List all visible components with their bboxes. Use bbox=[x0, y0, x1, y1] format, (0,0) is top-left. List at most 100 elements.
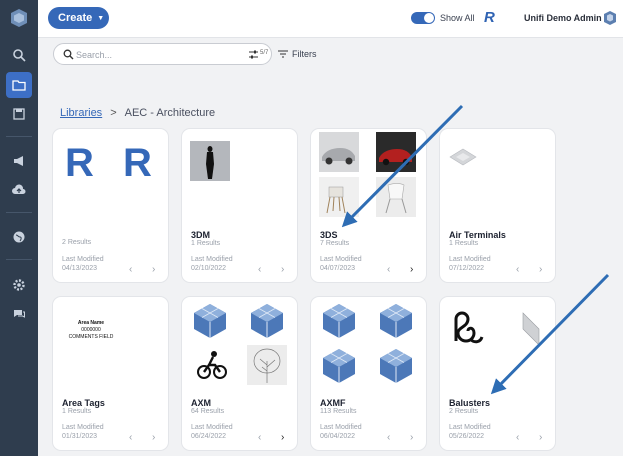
sliders-icon[interactable] bbox=[248, 49, 259, 60]
library-card[interactable]: 3DS 7 Results Last Modified 04/07/2023 ‹… bbox=[311, 129, 426, 282]
library-card[interactable]: Air Terminals 1 Results Last Modified 07… bbox=[440, 129, 555, 282]
statue-thumbnail-icon bbox=[190, 141, 230, 181]
prev-chevron-icon[interactable]: ‹ bbox=[129, 432, 132, 443]
silver-car-thumbnail-icon bbox=[319, 132, 359, 172]
card-date: 05/26/2022 bbox=[449, 433, 485, 440]
card-last-modified-label: Last Modified bbox=[320, 424, 362, 431]
baluster-panel-thumbnail-icon bbox=[522, 312, 540, 346]
chat-nav-icon[interactable] bbox=[6, 301, 32, 327]
breadcrumb: Libraries > AEC - Architecture bbox=[60, 107, 215, 119]
next-chevron-icon[interactable]: › bbox=[539, 264, 542, 275]
cube-thumbnail-icon bbox=[380, 304, 412, 338]
app-logo-icon[interactable] bbox=[9, 8, 29, 28]
library-card[interactable]: AXM 64 Results Last Modified 06/24/2022 … bbox=[182, 297, 297, 450]
revit-brand-icon: R bbox=[484, 9, 495, 26]
chair-thumbnail-icon bbox=[319, 177, 359, 217]
prev-chevron-icon[interactable]: ‹ bbox=[387, 432, 390, 443]
cube-thumbnail-icon bbox=[251, 304, 283, 338]
prev-chevron-icon[interactable]: ‹ bbox=[258, 432, 261, 443]
next-chevron-icon[interactable]: › bbox=[281, 432, 284, 443]
search-input[interactable] bbox=[76, 47, 226, 62]
card-title: 3DS bbox=[320, 230, 338, 240]
cyclist-thumbnail-icon bbox=[197, 351, 227, 379]
card-results: 1 Results bbox=[449, 240, 479, 247]
search-bar: 5/7 bbox=[53, 43, 272, 65]
next-chevron-icon[interactable]: › bbox=[539, 432, 542, 443]
air-terminal-thumbnail-icon bbox=[449, 148, 477, 166]
prev-chevron-icon[interactable]: ‹ bbox=[258, 264, 261, 275]
prev-chevron-icon[interactable]: ‹ bbox=[516, 264, 519, 275]
next-chevron-icon[interactable]: › bbox=[410, 264, 413, 275]
next-chevron-icon[interactable]: › bbox=[410, 432, 413, 443]
red-car-thumbnail-icon bbox=[376, 132, 416, 172]
card-results: 64 Results bbox=[191, 408, 225, 415]
library-card[interactable]: R R 2 Results Last Modified 04/13/2023 ‹… bbox=[53, 129, 168, 282]
next-chevron-icon[interactable]: › bbox=[152, 264, 155, 275]
prev-chevron-icon[interactable]: ‹ bbox=[129, 264, 132, 275]
user-org-icon[interactable] bbox=[603, 10, 617, 26]
card-last-modified-label: Last Modified bbox=[191, 256, 233, 263]
breadcrumb-separator: > bbox=[110, 107, 117, 119]
next-chevron-icon[interactable]: › bbox=[281, 264, 284, 275]
card-results: 7 Results bbox=[320, 240, 350, 247]
library-card[interactable]: AXMF 113 Results Last Modified 06/04/202… bbox=[311, 297, 426, 450]
card-date: 06/24/2022 bbox=[191, 433, 227, 440]
rail-divider bbox=[6, 259, 32, 260]
cube-thumbnail-icon bbox=[380, 349, 412, 383]
gear-nav-icon[interactable] bbox=[6, 272, 32, 298]
card-last-modified-label: Last Modified bbox=[191, 424, 233, 431]
create-button[interactable]: Create ▼ bbox=[48, 7, 109, 29]
card-date: 04/13/2023 bbox=[62, 265, 98, 272]
search-scope-count: 5/7 bbox=[260, 50, 269, 56]
card-title: 3DM bbox=[191, 230, 211, 240]
breadcrumb-libraries-link[interactable]: Libraries bbox=[60, 107, 102, 119]
card-last-modified-label: Last Modified bbox=[449, 424, 491, 431]
rail-divider bbox=[6, 136, 32, 137]
card-results: 2 Results bbox=[449, 408, 479, 415]
area-tag-line: Area Name bbox=[77, 320, 105, 326]
search-icon bbox=[63, 49, 74, 60]
baluster-scroll-thumbnail-icon bbox=[454, 311, 484, 344]
library-card[interactable]: Balusters 2 Results Last Modified 05/26/… bbox=[440, 297, 555, 450]
card-title: Area Tags bbox=[62, 398, 105, 408]
card-last-modified-label: Last Modified bbox=[62, 256, 104, 263]
card-title: AXM bbox=[191, 398, 211, 408]
card-date: 04/07/2023 bbox=[320, 265, 356, 272]
library-card[interactable]: 3DM 1 Results Last Modified 02/10/2022 ‹… bbox=[182, 129, 297, 282]
left-rail bbox=[0, 0, 38, 456]
card-title: AXMF bbox=[320, 398, 346, 408]
card-date: 07/12/2022 bbox=[449, 265, 485, 272]
card-date: 06/04/2022 bbox=[320, 433, 356, 440]
cube-thumbnail-icon bbox=[323, 349, 355, 383]
breadcrumb-current: AEC - Architecture bbox=[124, 107, 216, 119]
folder-nav-icon[interactable] bbox=[6, 72, 32, 98]
library-card[interactable]: Area Name 0000000 COMMENTS FIELD Area Ta… bbox=[53, 297, 168, 450]
create-button-label: Create bbox=[58, 12, 93, 24]
megaphone-nav-icon[interactable] bbox=[6, 148, 32, 174]
card-title: Air Terminals bbox=[449, 230, 506, 240]
card-last-modified-label: Last Modified bbox=[62, 424, 104, 431]
revit-thumbnail-icon: R bbox=[65, 141, 94, 185]
show-all-label: Show All bbox=[440, 13, 475, 23]
card-last-modified-label: Last Modified bbox=[449, 256, 491, 263]
chevron-down-icon: ▼ bbox=[97, 14, 105, 22]
filter-lines-icon bbox=[278, 50, 288, 58]
save-nav-icon[interactable] bbox=[6, 101, 32, 127]
card-results: 1 Results bbox=[191, 240, 221, 247]
filters-button[interactable]: Filters bbox=[278, 49, 317, 59]
prev-chevron-icon[interactable]: ‹ bbox=[516, 432, 519, 443]
next-chevron-icon[interactable]: › bbox=[152, 432, 155, 443]
chair-thumbnail-icon bbox=[376, 177, 416, 217]
card-date: 02/10/2022 bbox=[191, 265, 227, 272]
globe-nav-icon[interactable] bbox=[6, 224, 32, 250]
prev-chevron-icon[interactable]: ‹ bbox=[387, 264, 390, 275]
toggle-knob bbox=[424, 13, 434, 23]
search-nav-icon[interactable] bbox=[6, 42, 32, 68]
area-tag-line: COMMENTS FIELD bbox=[68, 334, 114, 340]
user-name[interactable]: Unifi Demo Admin bbox=[524, 13, 602, 23]
area-tag-line: 0000000 bbox=[81, 327, 101, 333]
card-results: 1 Results bbox=[62, 408, 92, 415]
show-all-toggle[interactable] bbox=[411, 12, 435, 24]
cube-thumbnail-icon bbox=[194, 304, 226, 338]
cloud-upload-nav-icon[interactable] bbox=[6, 177, 32, 203]
